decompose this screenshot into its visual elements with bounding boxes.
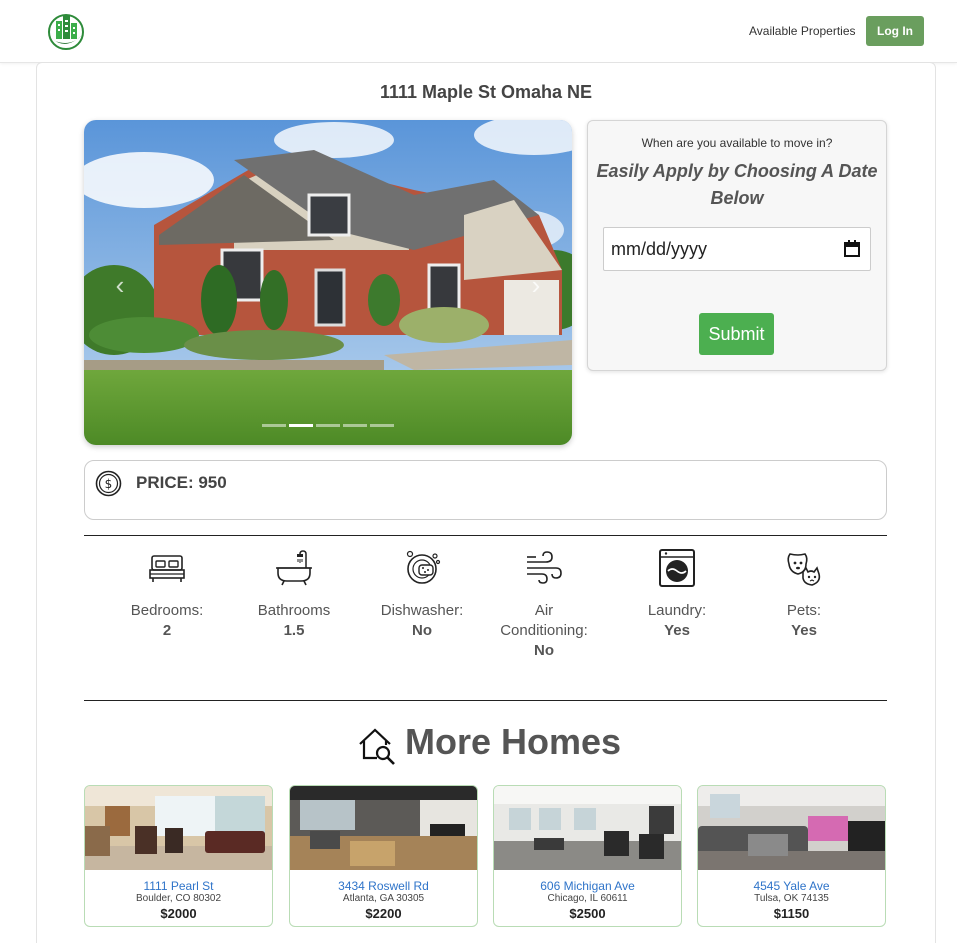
pets-icon bbox=[787, 553, 821, 586]
amenity-value: 2 bbox=[162, 622, 172, 639]
home-city: Chicago, IL 60611 bbox=[547, 893, 628, 904]
house-search-icon bbox=[359, 728, 395, 765]
home-price: $2500 bbox=[569, 906, 606, 921]
amenity-pets: Pets: Yes bbox=[739, 548, 869, 640]
bed-icon bbox=[149, 555, 185, 582]
carousel-indicator[interactable] bbox=[316, 424, 340, 427]
calendar-icon[interactable] bbox=[844, 240, 860, 257]
home-price: $1150 bbox=[773, 906, 810, 921]
svg-text:$: $ bbox=[105, 477, 113, 491]
divider bbox=[84, 535, 887, 536]
login-button[interactable]: Log In bbox=[866, 16, 924, 46]
carousel-indicator[interactable] bbox=[370, 424, 394, 427]
carousel-next-arrow[interactable]: › bbox=[525, 270, 547, 300]
home-card[interactable]: 606 Michigan Ave Chicago, IL 60611 $2500 bbox=[493, 785, 682, 927]
home-street-link[interactable]: 4545 Yale Ave bbox=[698, 879, 885, 893]
amenity-laundry: Laundry: Yes bbox=[612, 548, 742, 640]
dishwasher-icon bbox=[406, 550, 441, 584]
move-in-question: When are you available to move in? bbox=[641, 136, 833, 150]
home-street-link[interactable]: 606 Michigan Ave bbox=[494, 879, 681, 893]
price-label: PRICE: 950 bbox=[136, 473, 227, 492]
amenity-label: Laundry: bbox=[647, 602, 707, 619]
carousel-indicator[interactable] bbox=[343, 424, 367, 427]
home-photo bbox=[290, 786, 477, 870]
amenity-label: Pets: bbox=[786, 602, 822, 619]
submit-button[interactable]: Submit bbox=[699, 313, 774, 355]
logo-icon[interactable] bbox=[47, 11, 85, 51]
amenity-value: Yes bbox=[664, 622, 690, 639]
washing-machine-icon bbox=[659, 549, 695, 587]
home-photo bbox=[494, 786, 681, 870]
amenity-label: Air Conditioning: bbox=[500, 602, 588, 639]
home-photo bbox=[85, 786, 272, 870]
home-city: Boulder, CO 80302 bbox=[135, 893, 222, 904]
amenity-label: Bathrooms bbox=[257, 602, 331, 619]
property-photo-carousel[interactable]: ‹ › bbox=[84, 120, 572, 445]
amenity-bathrooms: Bathrooms 1.5 bbox=[229, 548, 359, 640]
home-price: $2000 bbox=[160, 906, 197, 921]
bathtub-icon bbox=[276, 550, 312, 586]
house-photo bbox=[84, 120, 572, 445]
carousel-indicator-active[interactable] bbox=[289, 424, 313, 427]
amenity-value: No bbox=[412, 622, 432, 639]
amenity-dishwasher: Dishwasher: No bbox=[357, 548, 487, 640]
amenity-label: Bedrooms: bbox=[130, 602, 204, 619]
home-street-link[interactable]: 1111 Pearl St bbox=[85, 879, 272, 893]
home-city: Tulsa, OK 74135 bbox=[754, 893, 829, 904]
amenity-value: Yes bbox=[791, 622, 817, 639]
dollar-coin-icon: $ bbox=[95, 470, 122, 497]
home-photo bbox=[698, 786, 885, 870]
amenity-label: Dishwasher: bbox=[380, 602, 464, 619]
available-properties-link[interactable]: Available Properties bbox=[749, 24, 856, 38]
amenity-value: No bbox=[534, 642, 554, 659]
date-placeholder: mm/dd/yyyy bbox=[611, 239, 708, 259]
home-card[interactable]: 4545 Yale Ave Tulsa, OK 74135 $1150 bbox=[697, 785, 886, 927]
carousel-prev-arrow[interactable]: ‹ bbox=[109, 270, 131, 300]
home-price: $2200 bbox=[365, 906, 402, 921]
more-homes-title: More Homes bbox=[405, 721, 622, 762]
amenity-bedrooms: Bedrooms: 2 bbox=[102, 548, 232, 640]
home-street-link[interactable]: 3434 Roswell Rd bbox=[290, 879, 477, 893]
property-address-title: 1111 Maple St Omaha NE bbox=[379, 82, 593, 102]
apply-heading: Easily Apply by Choosing A Date Below bbox=[596, 161, 878, 208]
divider bbox=[84, 700, 887, 701]
home-city: Atlanta, GA 30305 bbox=[342, 893, 425, 904]
home-card[interactable]: 3434 Roswell Rd Atlanta, GA 30305 $2200 bbox=[289, 785, 478, 927]
amenity-value: 1.5 bbox=[283, 622, 305, 639]
wind-icon bbox=[527, 551, 562, 584]
carousel-indicator[interactable] bbox=[262, 424, 286, 427]
amenity-air-conditioning: Air Conditioning: No bbox=[479, 548, 609, 660]
home-card[interactable]: 1111 Pearl St Boulder, CO 80302 $2000 bbox=[84, 785, 273, 927]
